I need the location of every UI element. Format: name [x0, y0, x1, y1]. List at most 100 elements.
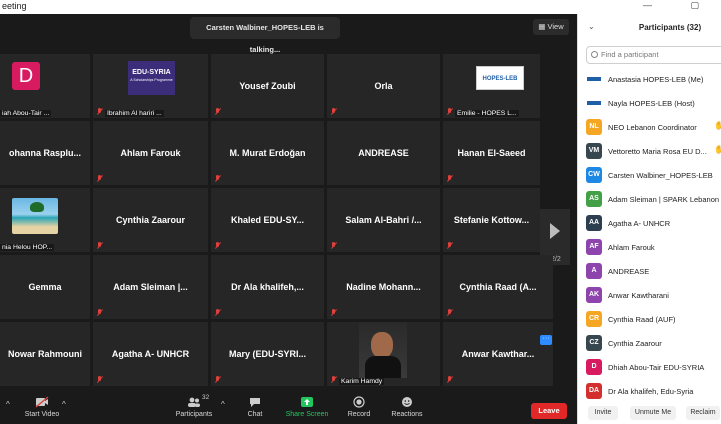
muted-mic-icon: [447, 242, 453, 249]
share-screen-label: Share Screen: [285, 411, 329, 418]
unmute-me-button[interactable]: Unmute Me: [630, 406, 676, 420]
participants-button[interactable]: 32 Participants: [172, 392, 216, 424]
video-tile[interactable]: Karim Hamdy: [327, 322, 440, 386]
video-tile[interactable]: Adam Sleiman |...: [93, 255, 208, 319]
record-button[interactable]: Record: [344, 392, 374, 424]
participant-row[interactable]: A ANDREASE: [586, 261, 721, 281]
avatar: AS: [586, 191, 602, 207]
record-icon: [353, 396, 365, 408]
video-tile[interactable]: HOPES-LEB Emilie - HOPES L...: [443, 54, 540, 118]
reactions-label: Reactions: [391, 411, 423, 418]
search-input[interactable]: Find a participant: [586, 46, 721, 64]
reactions-button[interactable]: Reactions: [388, 392, 426, 424]
video-tile[interactable]: Nadine Mohann...: [327, 255, 440, 319]
participant-name: M. Murat Erdoğan: [229, 148, 306, 158]
participant-row[interactable]: AA Agatha A- UNHCR: [586, 213, 721, 233]
person-body: [365, 356, 401, 378]
more-options-icon[interactable]: ···: [540, 335, 552, 345]
video-tile[interactable]: Hanan El-Saeed: [443, 121, 540, 185]
participant-name: Anwar Kawthar...: [461, 349, 535, 359]
participants-panel: ⌄ Participants (32) Find a participant A…: [577, 14, 721, 424]
participant-name: Hanan El-Saeed: [457, 148, 526, 158]
leave-button[interactable]: Leave: [531, 403, 567, 419]
video-tile[interactable]: Dr Ala khalifeh,...: [211, 255, 324, 319]
participant-row[interactable]: NL NEO Lebanon Coordinator ✋: [586, 117, 721, 137]
tile-caption: Emilie - HOPES L...: [455, 110, 519, 117]
view-button[interactable]: ▦ View: [533, 19, 569, 35]
video-tile[interactable]: Ahlam Farouk: [93, 121, 208, 185]
participant-name: Agatha A- UNHCR: [111, 349, 190, 359]
video-tile[interactable]: M. Murat Erdoğan: [211, 121, 324, 185]
video-tile[interactable]: Stefanie Kottow...: [443, 188, 540, 252]
video-tile[interactable]: Mary (EDU-SYRI...: [211, 322, 324, 386]
video-tile[interactable]: Nowar Rahmouni: [0, 322, 90, 386]
avatar: CR: [586, 311, 602, 327]
chat-button[interactable]: Chat: [240, 392, 270, 424]
muted-mic-icon: [331, 376, 337, 383]
muted-mic-icon: [97, 242, 103, 249]
participant-name: Nadine Mohann...: [346, 282, 421, 292]
window-controls[interactable]: — ▢: [643, 0, 717, 11]
participant-name: ANDREASE: [608, 267, 650, 276]
video-tile[interactable]: ohanna Rasplu...: [0, 121, 90, 185]
video-tile[interactable]: Gemma: [0, 255, 90, 319]
participant-name: Carsten Walbiner_HOPES-LEB: [608, 171, 713, 180]
invite-button[interactable]: Invite: [588, 406, 618, 420]
participant-row[interactable]: DA Dr Ala khalifeh, Edu-Syria: [586, 381, 721, 401]
participant-row[interactable]: Nayla HOPES-LEB (Host): [586, 93, 721, 113]
muted-mic-icon: [215, 309, 221, 316]
muted-mic-icon: [97, 309, 103, 316]
participant-row[interactable]: CW Carsten Walbiner_HOPES-LEB: [586, 165, 721, 185]
caret-up-icon[interactable]: ^: [62, 400, 66, 409]
video-tile[interactable]: Orla: [327, 54, 440, 118]
chevron-right-icon: [550, 223, 560, 239]
video-tile[interactable]: EDU-SYRIA A Scholarships Programme Ibrahi…: [93, 54, 208, 118]
avatar: VM: [586, 143, 602, 159]
participant-name: Agatha A- UNHCR: [608, 219, 671, 228]
panel-header: ⌄ Participants (32): [578, 14, 721, 40]
participants-label: Participants: [175, 411, 213, 418]
caret-up-icon[interactable]: ^: [6, 400, 10, 409]
muted-mic-icon: [97, 175, 103, 182]
participant-row[interactable]: CZ Cynthia Zaarour: [586, 333, 721, 353]
participant-name: ohanna Rasplu...: [8, 148, 81, 158]
caret-up-icon[interactable]: ^: [221, 400, 225, 409]
reclaim-button[interactable]: Reclaim: [686, 406, 720, 420]
video-tile[interactable]: Khaled EDU-SY...: [211, 188, 324, 252]
video-off-icon: [35, 396, 49, 408]
muted-mic-icon: [447, 309, 453, 316]
share-screen-button[interactable]: Share Screen: [284, 392, 330, 424]
share-screen-icon: [301, 397, 313, 407]
video-tile[interactable]: Cynthia Raad (A...: [443, 255, 553, 319]
video-tile[interactable]: Salam Al-Bahri /...: [327, 188, 440, 252]
participant-row[interactable]: Anastasia HOPES-LEB (Me): [586, 69, 721, 89]
video-tile[interactable]: Agatha A- UNHCR: [93, 322, 208, 386]
chat-label: Chat: [247, 411, 263, 418]
video-tile[interactable]: ANDREASE: [327, 121, 440, 185]
avatar: CW: [586, 167, 602, 183]
participant-name: Anastasia HOPES-LEB (Me): [608, 75, 704, 84]
participant-name: Mary (EDU-SYRI...: [228, 349, 306, 359]
muted-mic-icon: [215, 175, 221, 182]
participant-row[interactable]: AK Anwar Kawtharani: [586, 285, 721, 305]
start-video-label: Start Video: [24, 411, 60, 418]
participant-name: Dr Ala khalifeh, Edu-Syria: [608, 387, 694, 396]
tile-caption: Ibrahim Al hariri ...: [105, 110, 164, 117]
video-tile[interactable]: D iah Abou-Tair ...: [0, 54, 90, 118]
video-tile[interactable]: Yousef Zoubi: [211, 54, 324, 118]
participant-name: Yousef Zoubi: [239, 81, 296, 91]
video-tile[interactable]: Anwar Kawthar...: [443, 322, 553, 386]
participant-row[interactable]: VM Vettoretto Maria Rosa EU D... ✋: [586, 141, 721, 161]
participant-row[interactable]: AF Ahlam Farouk: [586, 237, 721, 257]
muted-mic-icon: [331, 309, 337, 316]
participant-name: Anwar Kawtharani: [608, 291, 669, 300]
video-tile[interactable]: nia Helou HOP...: [0, 188, 90, 252]
participant-row[interactable]: AS Adam Sleiman | SPARK Lebanon: [586, 189, 721, 209]
reactions-icon: [402, 397, 412, 407]
participants-count: 32: [202, 394, 210, 401]
tile-caption: iah Abou-Tair ...: [0, 110, 52, 117]
video-tile[interactable]: Cynthia Zaarour: [93, 188, 208, 252]
start-video-button[interactable]: Start Video: [22, 392, 62, 424]
participant-row[interactable]: CR Cynthia Raad (AUF): [586, 309, 721, 329]
participant-row[interactable]: D Dhiah Abou-Tair EDU-SYRIA: [586, 357, 721, 377]
